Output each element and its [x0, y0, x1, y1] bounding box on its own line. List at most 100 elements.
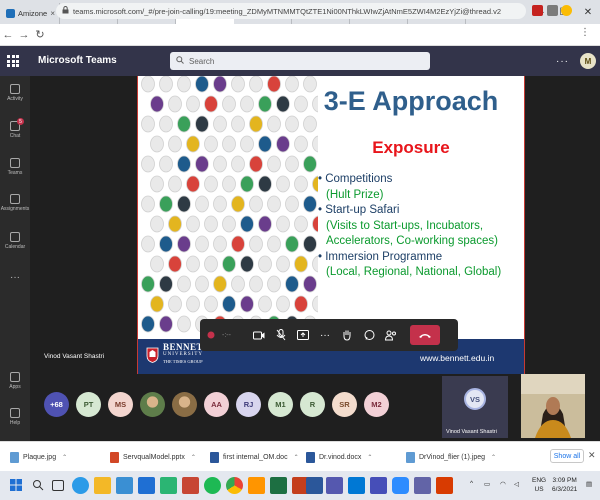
- extension-icon[interactable]: [532, 5, 543, 16]
- system-clock[interactable]: 3:09 PM 6/3/2021: [552, 476, 577, 494]
- university-seal-icon: [146, 347, 159, 363]
- chevron-up-icon[interactable]: ⌃: [62, 454, 67, 461]
- rail-item-help[interactable]: Help: [0, 408, 30, 426]
- rail-item-apps[interactable]: Apps: [0, 372, 30, 390]
- app-icon[interactable]: [414, 477, 431, 494]
- file-explorer-icon[interactable]: [94, 477, 111, 494]
- participant-avatar[interactable]: SR: [332, 392, 357, 417]
- back-icon[interactable]: ←: [0, 24, 16, 46]
- download-item[interactable]: Plaque.jpg ⌃: [10, 449, 67, 465]
- teams-icon[interactable]: [326, 477, 343, 494]
- decorative-dot: [240, 295, 254, 313]
- system-tray-chevron-icon[interactable]: ^: [470, 480, 473, 487]
- profile-icon[interactable]: [561, 5, 572, 16]
- clock-time: 3:09 PM: [552, 477, 577, 484]
- camera-button[interactable]: [248, 323, 270, 347]
- close-downloads-icon[interactable]: ✕: [588, 450, 596, 461]
- store-icon[interactable]: [116, 477, 133, 494]
- avatar[interactable]: M: [580, 53, 596, 69]
- decorative-dot: [177, 195, 191, 213]
- participant-avatar[interactable]: [172, 392, 197, 417]
- rail-item-calendar[interactable]: Calendar: [0, 232, 30, 250]
- rail-item-activity[interactable]: Activity: [0, 84, 30, 102]
- decorative-dot: [285, 235, 299, 253]
- app-icon[interactable]: [436, 477, 453, 494]
- battery-icon[interactable]: ▭: [484, 480, 490, 488]
- download-item[interactable]: Dr.vinod.docx ⌃: [306, 449, 372, 465]
- chevron-up-icon[interactable]: ⌃: [367, 454, 372, 461]
- edge-browser-icon[interactable]: [72, 477, 89, 494]
- windows-start-icon[interactable]: [8, 477, 25, 494]
- decorative-dot: [195, 115, 209, 133]
- teams-header: Microsoft Teams Search ··· M: [0, 46, 600, 76]
- app-icon[interactable]: [248, 477, 265, 494]
- decorative-dot: [249, 155, 263, 173]
- participant-avatar[interactable]: AA: [204, 392, 229, 417]
- download-item[interactable]: DrVinod_flier (1).jpeg ⌃: [406, 449, 496, 465]
- app-icon[interactable]: [160, 477, 177, 494]
- slide-bullet-detail: (Visits to Start-ups, Incubators,: [326, 219, 484, 232]
- decorative-dot: [159, 115, 173, 133]
- chevron-up-icon[interactable]: ⌃: [191, 454, 196, 461]
- decorative-dot: [231, 115, 245, 133]
- browser-menu-icon[interactable]: ⋮: [580, 27, 590, 38]
- app-icon[interactable]: [182, 477, 199, 494]
- share-content-button[interactable]: [292, 323, 314, 347]
- reload-icon[interactable]: ↻: [32, 24, 48, 46]
- decorative-dot: [285, 155, 299, 173]
- more-apps-icon[interactable]: ···: [0, 272, 30, 283]
- search-icon[interactable]: [30, 477, 47, 494]
- url-input[interactable]: teams.microsoft.com/_#/pre-join-calling/…: [56, 3, 526, 19]
- app-icon[interactable]: [204, 477, 221, 494]
- participant-avatar[interactable]: R: [300, 392, 325, 417]
- volume-icon[interactable]: ◁: [514, 480, 519, 488]
- show-all-downloads-button[interactable]: Show all: [550, 449, 584, 463]
- task-view-icon[interactable]: [52, 480, 64, 491]
- search-input[interactable]: Search: [170, 52, 430, 70]
- decorative-dot: [186, 175, 200, 193]
- decorative-dot: [231, 235, 245, 253]
- chevron-up-icon[interactable]: ⌃: [294, 454, 299, 461]
- participant-avatar[interactable]: MS: [108, 392, 133, 417]
- decorative-dot: [303, 155, 317, 173]
- participant-avatar[interactable]: RJ: [236, 392, 261, 417]
- rail-item-chat[interactable]: 5 Chat: [0, 118, 30, 139]
- app-icon[interactable]: [370, 477, 387, 494]
- language-indicator[interactable]: ENG US: [532, 476, 546, 494]
- logo-line2: UNIVERSITY: [163, 352, 203, 357]
- participants-button[interactable]: [380, 323, 402, 347]
- more-options-icon[interactable]: ···: [556, 56, 569, 67]
- extension-icon[interactable]: [547, 5, 558, 16]
- decorative-dot: [267, 155, 281, 173]
- more-participants-button[interactable]: +68: [44, 392, 69, 417]
- download-item[interactable]: first internal_OM.doc ⌃: [210, 449, 299, 465]
- chrome-icon[interactable]: [226, 477, 243, 494]
- participant-avatar[interactable]: M1: [268, 392, 293, 417]
- app-icon[interactable]: [348, 477, 365, 494]
- download-item[interactable]: ServqualModel.pptx ⌃: [110, 449, 196, 465]
- participant-avatar[interactable]: PT: [76, 392, 101, 417]
- app-launcher-icon[interactable]: [7, 55, 19, 67]
- microphone-button[interactable]: [270, 323, 292, 347]
- more-actions-button[interactable]: ···: [314, 323, 336, 347]
- close-tab-icon[interactable]: ×: [50, 9, 55, 18]
- word-icon[interactable]: [306, 477, 323, 494]
- downloads-bar: Show all ✕ Plaque.jpg ⌃ ServqualModel.pptx…: [0, 441, 600, 471]
- browser-tab[interactable]: Amizone ×: [2, 3, 60, 24]
- wifi-icon[interactable]: ◠: [500, 480, 506, 488]
- raise-hand-button[interactable]: [336, 323, 358, 347]
- rail-item-assignments[interactable]: Assignments: [0, 194, 30, 212]
- mail-icon[interactable]: [138, 477, 155, 494]
- zoom-icon[interactable]: [392, 477, 409, 494]
- participant-avatar[interactable]: [140, 392, 165, 417]
- leave-call-button[interactable]: [410, 325, 440, 345]
- rail-item-teams[interactable]: Teams: [0, 158, 30, 176]
- chat-button[interactable]: [358, 323, 380, 347]
- forward-icon[interactable]: →: [16, 24, 32, 46]
- excel-icon[interactable]: [270, 477, 287, 494]
- chevron-up-icon[interactable]: ⌃: [491, 454, 496, 461]
- close-window-icon[interactable]: ✕: [577, 0, 599, 24]
- participant-avatar[interactable]: M2: [364, 392, 389, 417]
- decorative-dot: [159, 76, 173, 93]
- notifications-icon[interactable]: ▤: [586, 480, 592, 488]
